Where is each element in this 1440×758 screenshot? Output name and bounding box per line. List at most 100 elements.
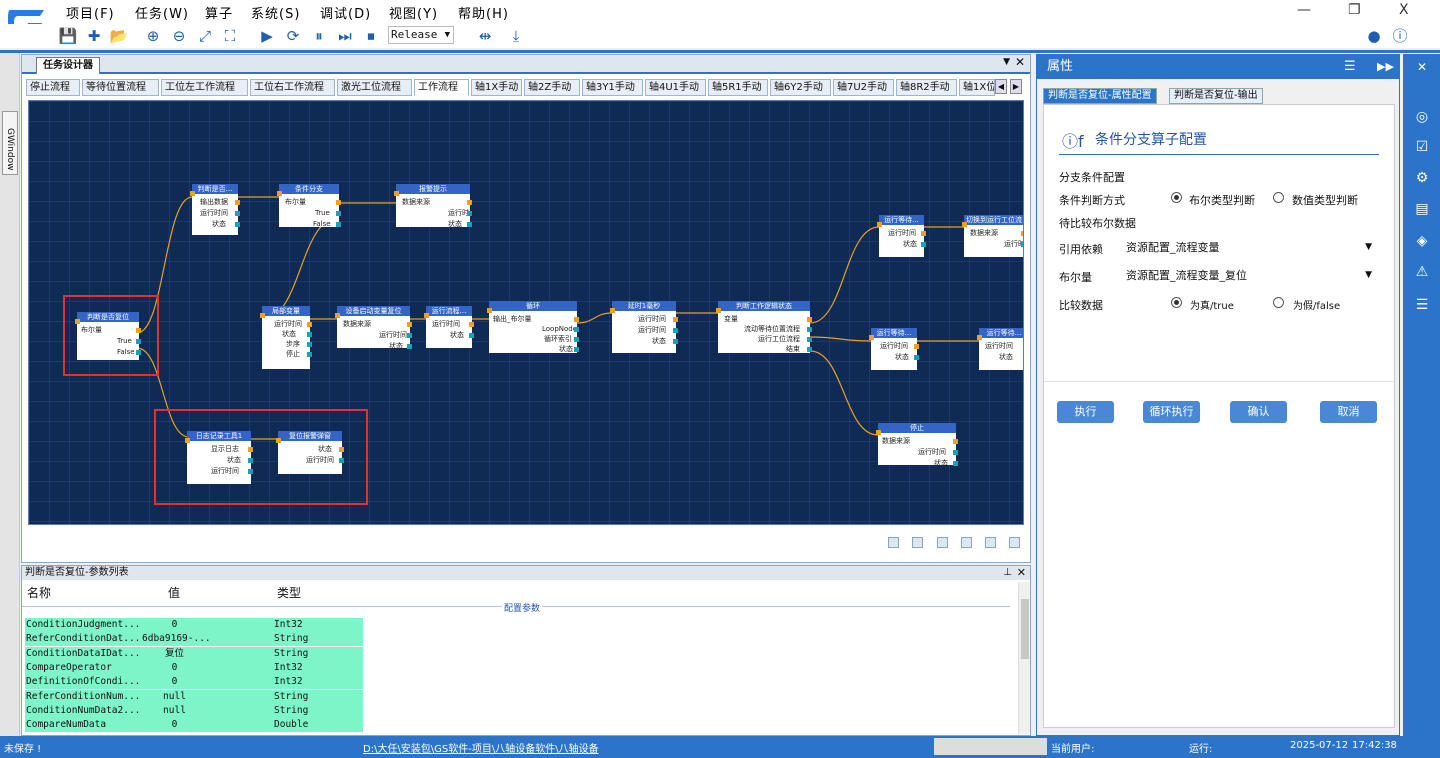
output-port[interactable] bbox=[467, 200, 472, 205]
layout-icon[interactable] bbox=[912, 537, 923, 548]
operator-node[interactable]: 局部变量 运行时间 状态 步序 停止 bbox=[260, 306, 312, 369]
output-port[interactable] bbox=[673, 328, 678, 333]
flow-tab[interactable]: 轴2Z手动 bbox=[524, 79, 580, 96]
user-icon[interactable]: ● bbox=[1364, 26, 1384, 46]
tab-scroll-left-icon[interactable]: ◀ bbox=[995, 79, 1007, 94]
minimize-button[interactable]: — bbox=[1297, 2, 1311, 18]
align-icon[interactable]: ⇹ bbox=[475, 26, 495, 46]
operator-node[interactable]: 运行等待... 运行时间 状态 bbox=[877, 215, 926, 257]
table-row[interactable]: ConditionNumData2... null String bbox=[25, 703, 363, 718]
flow-tab[interactable]: 停止流程 bbox=[26, 79, 80, 96]
flow-tab[interactable]: 轴6Y2手动 bbox=[770, 79, 831, 96]
tab-scroll-right-icon[interactable]: ▶ bbox=[1010, 79, 1022, 94]
info-icon[interactable]: ⓘ bbox=[1390, 26, 1410, 46]
open-folder-icon[interactable]: 📂 bbox=[109, 26, 129, 46]
operator-node[interactable]: 运行等待... 运行时间 状态 bbox=[977, 328, 1023, 370]
output-port[interactable] bbox=[339, 447, 344, 452]
close-button[interactable]: X bbox=[1399, 2, 1409, 18]
step-icon[interactable]: ⏭ bbox=[335, 26, 355, 46]
output-port[interactable] bbox=[235, 222, 240, 227]
delete-icon[interactable] bbox=[985, 537, 996, 548]
copy-icon[interactable] bbox=[937, 537, 948, 548]
confirm-button[interactable]: 确认 bbox=[1230, 401, 1287, 423]
input-port[interactable] bbox=[877, 222, 882, 227]
operator-node[interactable]: 运行流程... 运行时间 状态 bbox=[424, 306, 474, 348]
table-row[interactable]: ConditionDataIDat... 复位 String bbox=[25, 646, 363, 661]
flow-tab[interactable]: 轴4U1手动 bbox=[645, 79, 706, 96]
operator-node[interactable]: 复位报警弹窗 状态 运行时间 bbox=[276, 431, 344, 474]
output-port[interactable] bbox=[914, 344, 919, 349]
paste-icon[interactable] bbox=[961, 537, 972, 548]
input-port[interactable] bbox=[277, 191, 282, 196]
pause-icon[interactable]: ⏸ bbox=[309, 26, 329, 46]
operator-node[interactable]: 设备启动变量复位 数据来源 运行时间 状态 bbox=[335, 306, 412, 350]
output-port[interactable] bbox=[336, 200, 341, 205]
output-port[interactable] bbox=[914, 355, 919, 360]
operator-node[interactable]: 判断工作逻辑状态 变量 流动等待位置流程 运行工位流程 结束 bbox=[716, 301, 812, 353]
input-port[interactable] bbox=[75, 319, 80, 324]
flow-tab[interactable]: 轴1X手动 bbox=[471, 79, 522, 96]
table-row[interactable]: ReferConditionDat... 6dba9169-... String bbox=[25, 632, 363, 647]
warning-icon[interactable]: ⚠ bbox=[1413, 263, 1431, 281]
input-port[interactable] bbox=[335, 313, 340, 318]
output-port[interactable] bbox=[235, 211, 240, 216]
input-port[interactable] bbox=[876, 430, 881, 435]
radio-true[interactable] bbox=[1171, 297, 1182, 308]
output-port[interactable] bbox=[574, 327, 579, 332]
operator-node[interactable]: 条件分支 布尔量 True False bbox=[277, 184, 341, 228]
output-port[interactable] bbox=[807, 337, 812, 342]
fullscreen-icon[interactable]: ⛶ bbox=[220, 26, 240, 46]
loop-execute-button[interactable]: 循环执行 bbox=[1143, 401, 1200, 423]
output-port[interactable] bbox=[469, 322, 474, 327]
output-port[interactable] bbox=[1021, 242, 1023, 247]
operator-node[interactable]: 判断是否复位 布尔量 True False bbox=[75, 312, 141, 360]
loop-run-icon[interactable]: ⟳ bbox=[283, 26, 303, 46]
save-icon[interactable]: 💾 bbox=[58, 26, 78, 46]
ref-select[interactable]: 资源配置_流程变量 ▼ bbox=[1124, 239, 1374, 256]
output-port[interactable] bbox=[921, 231, 926, 236]
output-port[interactable] bbox=[953, 461, 958, 466]
table-row[interactable]: CompareNumData 0 Double bbox=[25, 718, 363, 733]
operator-node[interactable]: 日志记录工具1 显示日志 状态 运行时间 bbox=[185, 431, 253, 484]
operator-node[interactable]: 报警提示 数据来源 运行时间 状态 bbox=[394, 184, 476, 228]
input-port[interactable] bbox=[260, 313, 265, 318]
cancel-button[interactable]: 取消 bbox=[1320, 401, 1377, 423]
tab-config[interactable]: 判断是否复位-属性配置 bbox=[1043, 88, 1157, 104]
output-port[interactable] bbox=[407, 344, 412, 349]
table-row[interactable]: DefinitionOfCondi... 0 Int32 bbox=[25, 675, 363, 690]
output-port[interactable] bbox=[307, 322, 312, 327]
stop-icon[interactable]: ⏹ bbox=[361, 26, 381, 46]
output-port[interactable] bbox=[339, 458, 344, 463]
flow-tab[interactable]: 激光工位流程 bbox=[337, 79, 412, 96]
output-port[interactable] bbox=[307, 332, 312, 337]
output-port[interactable] bbox=[673, 339, 678, 344]
pin-icon[interactable]: ⊥ bbox=[1003, 566, 1012, 580]
output-port[interactable] bbox=[336, 211, 341, 216]
scrollbar-thumb[interactable] bbox=[1021, 599, 1029, 659]
radio-false[interactable] bbox=[1273, 297, 1284, 308]
download-icon[interactable]: ⤓ bbox=[506, 26, 526, 46]
operator-node[interactable]: 延时1毫秒 运行时间 运行时间 状态 bbox=[610, 301, 678, 353]
output-port[interactable] bbox=[574, 337, 579, 342]
operator-node[interactable]: 循环 输出_布尔量 LoopNode 循环索引 状态 bbox=[487, 301, 579, 353]
new-icon[interactable]: ✚ bbox=[84, 26, 104, 46]
output-port[interactable] bbox=[307, 352, 312, 357]
flow-tab[interactable]: 工作流程 bbox=[414, 79, 469, 96]
run-icon[interactable]: ▶ bbox=[257, 26, 277, 46]
designer-tab[interactable]: 任务设计器 bbox=[36, 57, 100, 74]
radio-numeric[interactable] bbox=[1273, 192, 1284, 203]
list-icon[interactable]: ▤ bbox=[1413, 200, 1431, 218]
input-port[interactable] bbox=[977, 335, 982, 340]
output-port[interactable] bbox=[921, 242, 926, 247]
operator-node[interactable]: 判断是否... 输出数据 运行时间 状态 bbox=[190, 184, 240, 235]
output-port[interactable] bbox=[953, 439, 958, 444]
dropdown-icon[interactable]: ▼ bbox=[1003, 57, 1010, 67]
input-port[interactable] bbox=[962, 222, 967, 227]
flow-tab[interactable]: 工位左工作流程 bbox=[161, 79, 248, 96]
scrollbar[interactable] bbox=[1018, 582, 1030, 734]
output-port[interactable] bbox=[307, 342, 312, 347]
table-row[interactable]: CompareOperator 0 Int32 bbox=[25, 660, 363, 675]
output-port[interactable] bbox=[469, 333, 474, 338]
menu-help[interactable]: 帮助(H) bbox=[458, 3, 509, 22]
execute-button[interactable]: 执行 bbox=[1057, 401, 1114, 423]
